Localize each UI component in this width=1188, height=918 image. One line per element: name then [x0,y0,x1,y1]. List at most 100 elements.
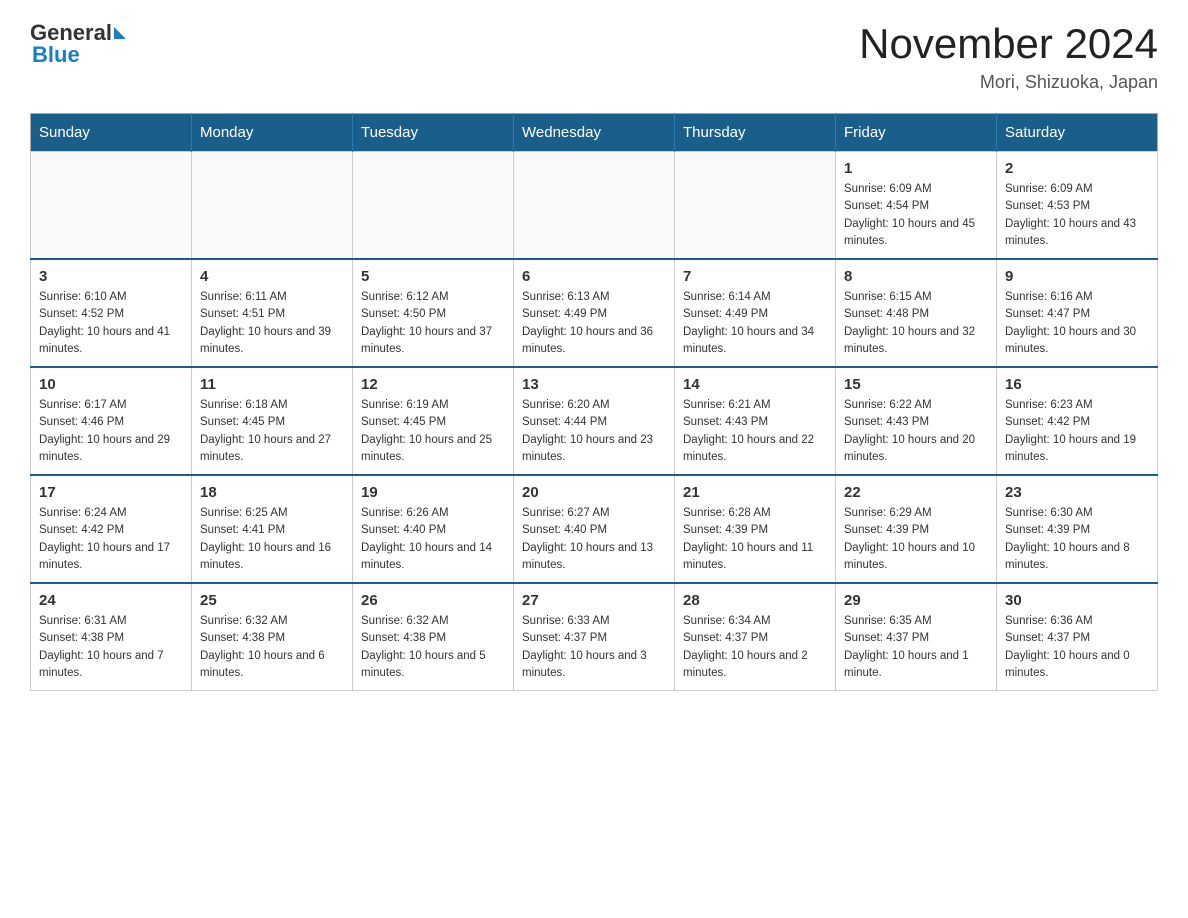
calendar-body: 1Sunrise: 6:09 AMSunset: 4:54 PMDaylight… [31,152,1158,691]
day-info: Sunrise: 6:16 AMSunset: 4:47 PMDaylight:… [1005,289,1149,358]
day-number: 4 [200,268,344,285]
calendar-cell: 1Sunrise: 6:09 AMSunset: 4:54 PMDaylight… [836,152,997,260]
calendar-cell: 10Sunrise: 6:17 AMSunset: 4:46 PMDayligh… [31,367,192,475]
day-number: 11 [200,376,344,393]
weekday-header-wednesday: Wednesday [514,114,675,152]
weekday-header-saturday: Saturday [997,114,1158,152]
day-info: Sunrise: 6:28 AMSunset: 4:39 PMDaylight:… [683,505,827,574]
day-number: 19 [361,484,505,501]
calendar-cell: 6 Sunrise: 6:13 AMSunset: 4:49 PMDaylight… [514,259,675,367]
calendar-week-row: 3 Sunrise: 6:10 AMSunset: 4:52 PMDaylight… [31,259,1158,367]
calendar-cell: 29 Sunrise: 6:35 AMSunset: 4:37 PMDayligh… [836,583,997,691]
day-info: Sunrise: 6:32 AMSunset: 4:38 PMDaylight:… [361,613,505,682]
day-number: 17 [39,484,183,501]
day-info: Sunrise: 6:11 AMSunset: 4:51 PMDaylight:… [200,289,344,358]
calendar-table: SundayMondayTuesdayWednesdayThursdayFrid… [30,113,1158,691]
weekday-header-tuesday: Tuesday [353,114,514,152]
day-info: Sunrise: 6:27 AMSunset: 4:40 PMDaylight:… [522,505,666,574]
day-number: 28 [683,592,827,609]
day-info: Sunrise: 6:21 AMSunset: 4:43 PMDaylight:… [683,397,827,466]
calendar-title: November 2024 [859,20,1158,68]
calendar-cell: 25 Sunrise: 6:32 AMSunset: 4:38 PMDayligh… [192,583,353,691]
day-number: 25 [200,592,344,609]
page-header: General Blue November 2024 Mori, Shizuok… [30,20,1158,93]
title-block: November 2024 Mori, Shizuoka, Japan [859,20,1158,93]
day-number: 15 [844,376,988,393]
calendar-week-row: 17 Sunrise: 6:24 AMSunset: 4:42 PMDayligh… [31,475,1158,583]
day-info: Sunrise: 6:10 AMSunset: 4:52 PMDaylight:… [39,289,183,358]
weekday-row: SundayMondayTuesdayWednesdayThursdayFrid… [31,114,1158,152]
day-info: Sunrise: 6:22 AMSunset: 4:43 PMDaylight:… [844,397,988,466]
day-info: Sunrise: 6:26 AMSunset: 4:40 PMDaylight:… [361,505,505,574]
day-info: Sunrise: 6:29 AMSunset: 4:39 PMDaylight:… [844,505,988,574]
day-number: 26 [361,592,505,609]
day-info: Sunrise: 6:33 AMSunset: 4:37 PMDaylight:… [522,613,666,682]
calendar-cell: 19 Sunrise: 6:26 AMSunset: 4:40 PMDayligh… [353,475,514,583]
calendar-cell: 4 Sunrise: 6:11 AMSunset: 4:51 PMDaylight… [192,259,353,367]
day-number: 1 [844,160,988,177]
calendar-cell: 13Sunrise: 6:20 AMSunset: 4:44 PMDayligh… [514,367,675,475]
day-number: 7 [683,268,827,285]
day-info: Sunrise: 6:24 AMSunset: 4:42 PMDaylight:… [39,505,183,574]
calendar-cell: 28 Sunrise: 6:34 AMSunset: 4:37 PMDayligh… [675,583,836,691]
calendar-cell: 14 Sunrise: 6:21 AMSunset: 4:43 PMDayligh… [675,367,836,475]
day-number: 9 [1005,268,1149,285]
calendar-cell: 5 Sunrise: 6:12 AMSunset: 4:50 PMDaylight… [353,259,514,367]
day-number: 8 [844,268,988,285]
calendar-cell: 8Sunrise: 6:15 AMSunset: 4:48 PMDaylight… [836,259,997,367]
day-info: Sunrise: 6:34 AMSunset: 4:37 PMDaylight:… [683,613,827,682]
day-info: Sunrise: 6:18 AMSunset: 4:45 PMDaylight:… [200,397,344,466]
calendar-cell: 24 Sunrise: 6:31 AMSunset: 4:38 PMDayligh… [31,583,192,691]
calendar-cell: 30Sunrise: 6:36 AMSunset: 4:37 PMDayligh… [997,583,1158,691]
day-number: 22 [844,484,988,501]
day-number: 21 [683,484,827,501]
day-number: 24 [39,592,183,609]
logo: General Blue [30,20,126,68]
calendar-cell: 23 Sunrise: 6:30 AMSunset: 4:39 PMDayligh… [997,475,1158,583]
weekday-header-thursday: Thursday [675,114,836,152]
day-number: 10 [39,376,183,393]
day-info: Sunrise: 6:31 AMSunset: 4:38 PMDaylight:… [39,613,183,682]
calendar-cell: 15 Sunrise: 6:22 AMSunset: 4:43 PMDayligh… [836,367,997,475]
day-info: Sunrise: 6:30 AMSunset: 4:39 PMDaylight:… [1005,505,1149,574]
day-info: Sunrise: 6:25 AMSunset: 4:41 PMDaylight:… [200,505,344,574]
calendar-cell: 21 Sunrise: 6:28 AMSunset: 4:39 PMDayligh… [675,475,836,583]
calendar-cell: 11 Sunrise: 6:18 AMSunset: 4:45 PMDayligh… [192,367,353,475]
calendar-cell [675,152,836,260]
weekday-header-sunday: Sunday [31,114,192,152]
calendar-cell: 9 Sunrise: 6:16 AMSunset: 4:47 PMDaylight… [997,259,1158,367]
calendar-cell: 2 Sunrise: 6:09 AMSunset: 4:53 PMDaylight… [997,152,1158,260]
day-number: 29 [844,592,988,609]
calendar-week-row: 1Sunrise: 6:09 AMSunset: 4:54 PMDaylight… [31,152,1158,260]
calendar-header: SundayMondayTuesdayWednesdayThursdayFrid… [31,114,1158,152]
day-number: 6 [522,268,666,285]
calendar-cell: 22 Sunrise: 6:29 AMSunset: 4:39 PMDayligh… [836,475,997,583]
day-number: 16 [1005,376,1149,393]
day-info: Sunrise: 6:12 AMSunset: 4:50 PMDaylight:… [361,289,505,358]
weekday-header-monday: Monday [192,114,353,152]
calendar-subtitle: Mori, Shizuoka, Japan [859,72,1158,93]
day-number: 14 [683,376,827,393]
day-number: 2 [1005,160,1149,177]
day-info: Sunrise: 6:14 AMSunset: 4:49 PMDaylight:… [683,289,827,358]
calendar-cell: 7 Sunrise: 6:14 AMSunset: 4:49 PMDaylight… [675,259,836,367]
calendar-cell: 18Sunrise: 6:25 AMSunset: 4:41 PMDayligh… [192,475,353,583]
day-info: Sunrise: 6:20 AMSunset: 4:44 PMDaylight:… [522,397,666,466]
day-info: Sunrise: 6:32 AMSunset: 4:38 PMDaylight:… [200,613,344,682]
calendar-cell [514,152,675,260]
calendar-week-row: 24 Sunrise: 6:31 AMSunset: 4:38 PMDayligh… [31,583,1158,691]
day-number: 20 [522,484,666,501]
day-number: 12 [361,376,505,393]
calendar-cell: 20 Sunrise: 6:27 AMSunset: 4:40 PMDayligh… [514,475,675,583]
day-info: Sunrise: 6:09 AMSunset: 4:53 PMDaylight:… [1005,181,1149,250]
calendar-cell [353,152,514,260]
day-number: 3 [39,268,183,285]
calendar-cell: 26 Sunrise: 6:32 AMSunset: 4:38 PMDayligh… [353,583,514,691]
calendar-cell [192,152,353,260]
weekday-header-friday: Friday [836,114,997,152]
day-number: 23 [1005,484,1149,501]
day-info: Sunrise: 6:13 AMSunset: 4:49 PMDaylight:… [522,289,666,358]
calendar-cell [31,152,192,260]
day-number: 5 [361,268,505,285]
day-info: Sunrise: 6:35 AMSunset: 4:37 PMDaylight:… [844,613,988,682]
